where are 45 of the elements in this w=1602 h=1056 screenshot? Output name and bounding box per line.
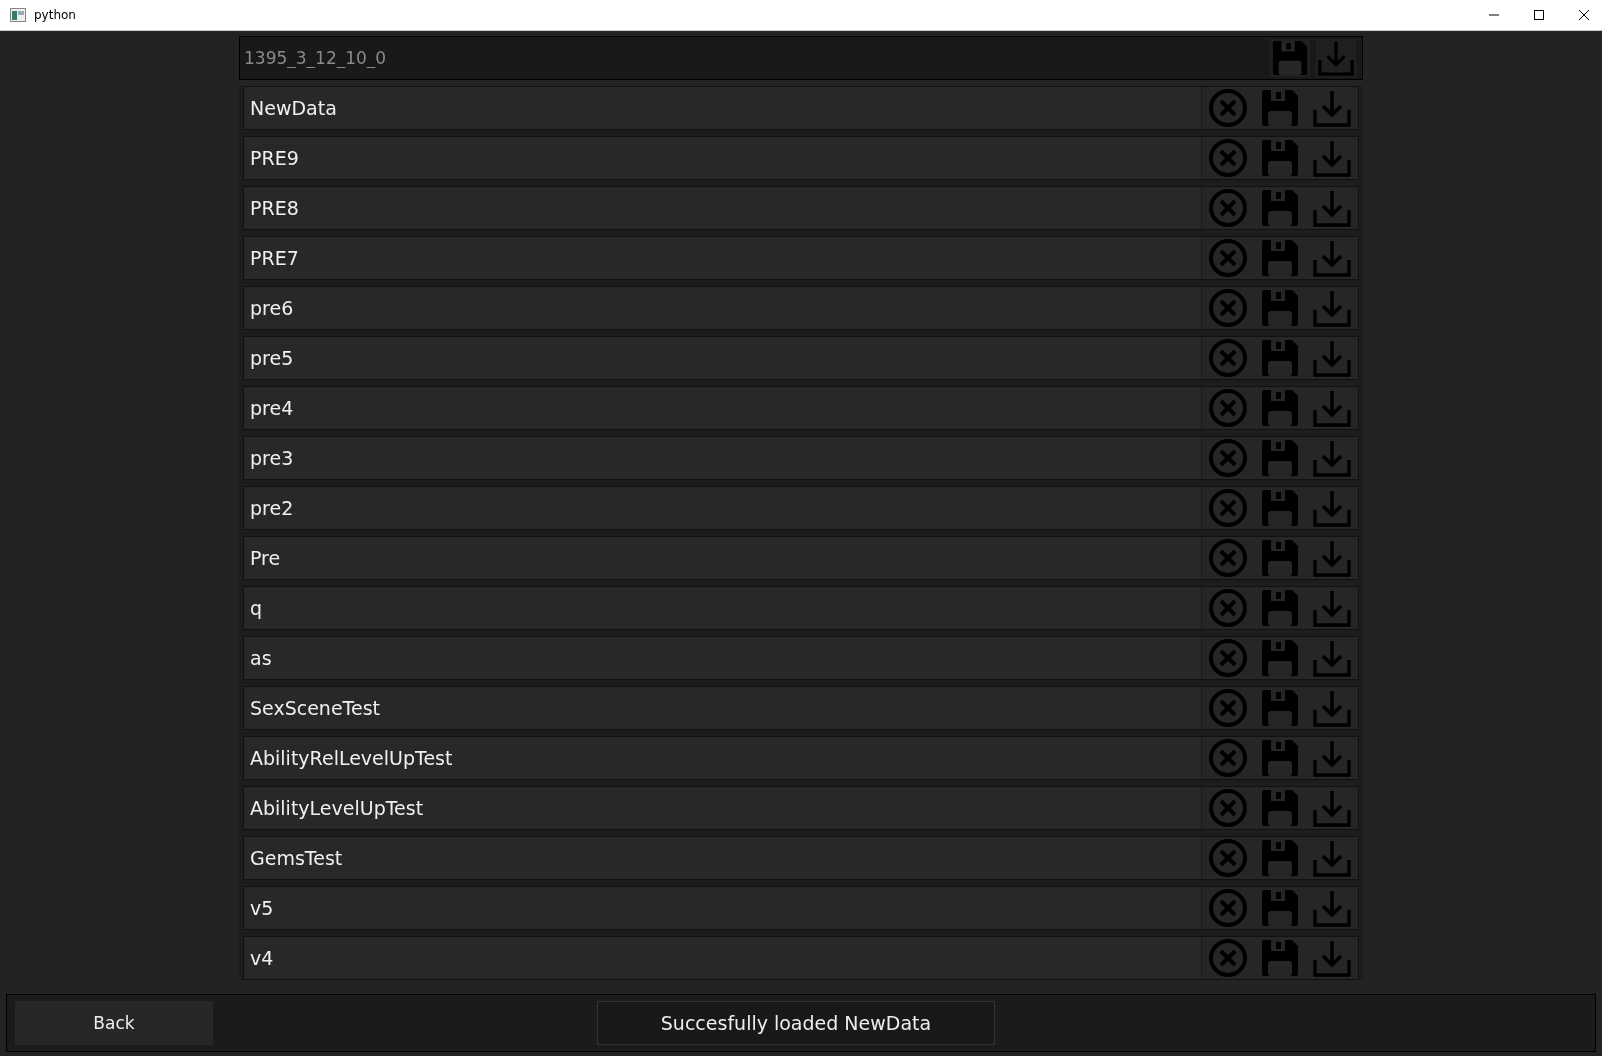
- delete-icon[interactable]: [1206, 588, 1250, 628]
- download-icon[interactable]: [1310, 788, 1354, 828]
- delete-icon[interactable]: [1206, 238, 1250, 278]
- delete-icon[interactable]: [1206, 338, 1250, 378]
- delete-icon[interactable]: [1206, 138, 1250, 178]
- download-icon[interactable]: [1310, 388, 1354, 428]
- download-icon[interactable]: [1310, 238, 1354, 278]
- delete-icon[interactable]: [1206, 888, 1250, 928]
- status-message: Succesfully loaded NewData: [597, 1001, 995, 1045]
- delete-icon[interactable]: [1206, 388, 1250, 428]
- delete-icon[interactable]: [1206, 938, 1250, 978]
- name-field[interactable]: 1395_3_12_10_0: [239, 36, 1363, 80]
- save-icon[interactable]: [1270, 39, 1310, 77]
- download-icon[interactable]: [1310, 688, 1354, 728]
- delete-icon[interactable]: [1206, 288, 1250, 328]
- download-icon[interactable]: [1310, 588, 1354, 628]
- delete-icon[interactable]: [1206, 488, 1250, 528]
- delete-icon[interactable]: [1206, 788, 1250, 828]
- back-button[interactable]: Back: [15, 1001, 213, 1045]
- delete-icon[interactable]: [1206, 738, 1250, 778]
- download-icon[interactable]: [1310, 88, 1354, 128]
- download-icon[interactable]: [1310, 538, 1354, 578]
- download-icon[interactable]: [1310, 638, 1354, 678]
- delete-icon[interactable]: [1206, 188, 1250, 228]
- download-icon[interactable]: [1316, 39, 1356, 77]
- download-icon[interactable]: [1310, 938, 1354, 978]
- download-icon[interactable]: [1310, 838, 1354, 878]
- download-icon[interactable]: [1310, 138, 1354, 178]
- delete-icon[interactable]: [1206, 638, 1250, 678]
- download-icon[interactable]: [1310, 888, 1354, 928]
- maximize-icon[interactable]: [1533, 9, 1545, 21]
- download-icon[interactable]: [1310, 188, 1354, 228]
- download-icon[interactable]: [1310, 338, 1354, 378]
- download-icon[interactable]: [1310, 488, 1354, 528]
- window-title: python: [34, 8, 76, 22]
- delete-icon[interactable]: [1206, 838, 1250, 878]
- window-icon: [10, 8, 26, 22]
- delete-icon[interactable]: [1206, 438, 1250, 478]
- close-icon[interactable]: [1578, 9, 1590, 21]
- download-icon[interactable]: [1310, 438, 1354, 478]
- delete-icon[interactable]: [1206, 688, 1250, 728]
- delete-icon[interactable]: [1206, 88, 1250, 128]
- download-icon[interactable]: [1310, 288, 1354, 328]
- delete-icon[interactable]: [1206, 538, 1250, 578]
- download-icon[interactable]: [1310, 738, 1354, 778]
